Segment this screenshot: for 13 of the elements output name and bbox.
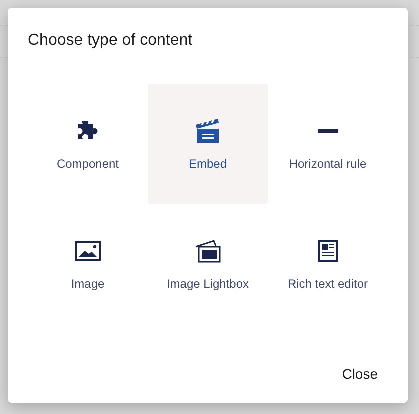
photos-icon <box>195 239 221 263</box>
minus-icon <box>318 129 338 133</box>
content-type-tile[interactable]: Embed <box>148 84 268 204</box>
dialog-title: Choose type of content <box>28 31 193 51</box>
content-type-tile[interactable]: Rich text editor <box>268 204 388 324</box>
content-type-tile[interactable]: Horizontal rule <box>268 84 388 204</box>
close-button[interactable]: Close <box>338 360 382 389</box>
content-type-tile[interactable]: Component <box>28 84 148 204</box>
content-type-tile[interactable]: Image Lightbox <box>148 204 268 324</box>
content-type-tile[interactable]: Image <box>28 204 148 324</box>
document-icon <box>318 240 338 262</box>
clapperboard-icon <box>195 119 221 143</box>
image-icon <box>75 241 101 261</box>
